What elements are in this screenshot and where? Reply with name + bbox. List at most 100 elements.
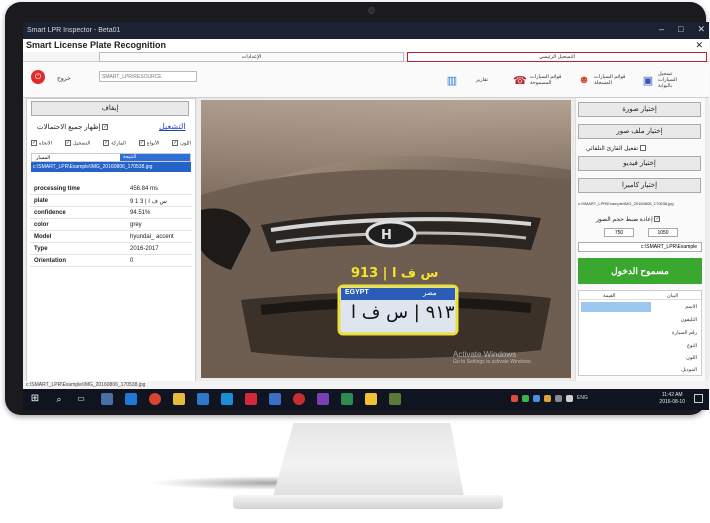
clock-date: 2016-08-10 xyxy=(659,399,685,405)
exit-label[interactable]: خروج xyxy=(57,75,71,82)
webcam-dot xyxy=(368,7,375,14)
app-icon-4[interactable] xyxy=(245,393,257,405)
app-icon-7[interactable] xyxy=(341,393,353,405)
maximize-icon[interactable]: □ xyxy=(678,24,683,35)
app-icon-2[interactable] xyxy=(197,393,209,405)
filter-type[interactable]: ✓ الأنواع xyxy=(138,140,159,148)
app-title: Smart License Plate Recognition xyxy=(26,40,167,50)
selected-result-row[interactable]: c:\SMART_LPR\Example\IMG_20160806_170538… xyxy=(31,162,191,172)
power-icon[interactable]: ⏻ xyxy=(31,70,45,84)
owner-table-header: القيمة البيان xyxy=(579,291,701,300)
watermark-subtitle: Go to Settings to activate Windows. xyxy=(453,359,532,365)
tab-settings[interactable]: الإعدادات xyxy=(99,52,404,62)
registered-cars-button[interactable]: ☻ قوائم السيارات المسجلة xyxy=(577,68,628,92)
results-panel: إيقاف إظهار جميع الاحتمالات ✓ التشغيل ✓ ا… xyxy=(26,98,196,382)
folder-icon[interactable] xyxy=(173,393,185,405)
width-input[interactable]: 750 xyxy=(604,228,634,237)
notification-icon[interactable] xyxy=(694,394,703,403)
filter-color[interactable]: ✓ اللون xyxy=(172,140,191,148)
svg-text:H: H xyxy=(381,228,392,243)
selected-value-cell[interactable] xyxy=(581,302,651,312)
app-icon-6[interactable] xyxy=(293,393,305,405)
filter-orientation[interactable]: ✓ الاتجاه xyxy=(31,140,52,148)
table-row: confidence 94.51% xyxy=(30,208,192,219)
path-input[interactable]: SMART_LPR\RESOURCE xyxy=(99,71,197,82)
selected-file-path: c:\SMART_LPR\Example\IMG_20160806_170538… xyxy=(578,201,674,206)
checkbox-icon: ✓ xyxy=(102,124,109,131)
choose-video-button[interactable]: إختيار فيديو xyxy=(578,156,701,171)
tray-icon[interactable] xyxy=(544,395,551,402)
app-icon-8[interactable] xyxy=(365,393,377,405)
app-icon-5[interactable] xyxy=(269,393,281,405)
stop-button[interactable]: إيقاف xyxy=(31,101,189,116)
table-row: رقم السيارة xyxy=(672,330,697,336)
edge-icon[interactable] xyxy=(125,393,137,405)
monitor-frame: Smart LPR Inspector - Beta01 – □ ✕ Smart… xyxy=(5,2,709,415)
list-header-result: النتيجة xyxy=(120,154,190,161)
tray-icon[interactable] xyxy=(555,395,562,402)
resize-checkbox[interactable]: إعادة ضبط حجم الصور ✓ xyxy=(596,216,662,223)
minimize-icon[interactable]: – xyxy=(659,24,664,35)
tray-icon[interactable] xyxy=(522,395,529,402)
visual-studio-icon[interactable] xyxy=(317,393,329,405)
checkbox-icon xyxy=(639,145,646,152)
clock[interactable]: 11:42 AM 2016-08-10 xyxy=(659,392,685,406)
auto-read-checkbox[interactable]: تفعيل القارئ التلقائي xyxy=(586,145,648,152)
choose-camera-button[interactable]: إختيار كاميرا xyxy=(578,178,701,193)
table-row: Model hyundai_ accent xyxy=(30,232,192,243)
gate-registration-button[interactable]: ▣ تسجيل السيارات بالبوابة xyxy=(641,68,692,92)
ocr-overlay-text: 913 | س ف ا xyxy=(351,266,439,281)
app-icon-3[interactable] xyxy=(221,393,233,405)
windows-start-icon[interactable]: ⊞ xyxy=(29,393,41,405)
controls-panel: إختيار صورة إختيار ملف صور تفعيل القارئ … xyxy=(575,98,705,382)
system-tray: ENG xyxy=(511,395,588,402)
table-row: Type 2016-2017 xyxy=(30,244,192,255)
choose-folder-button[interactable]: إختيار ملف صور xyxy=(578,124,701,139)
tray-icon[interactable] xyxy=(511,395,518,402)
chart-icon: ▥ xyxy=(446,74,458,87)
app-close-icon[interactable]: ✕ xyxy=(695,39,703,52)
search-icon[interactable]: ⌕ xyxy=(53,393,65,405)
registered-cars-label: قوائم السيارات المسجلة xyxy=(594,74,626,86)
table-header-value: القيمة xyxy=(603,293,616,299)
users-icon: ☻ xyxy=(578,74,590,86)
chrome-icon[interactable] xyxy=(149,393,161,405)
table-row: plate 9 1 3 | س ف ا xyxy=(30,196,192,207)
tab-strip: الإعدادات التسجيل الرئيسي xyxy=(23,52,709,62)
allowed-cars-button[interactable]: ☎ قوائم السيارات المسموحة xyxy=(513,68,566,92)
table-row: processing time 456.84 ms xyxy=(30,184,192,195)
show-all-checkbox[interactable]: إظهار جميع الاحتمالات ✓ xyxy=(37,123,110,131)
task-view-icon[interactable]: ▭ xyxy=(75,393,87,405)
tab-main-registration[interactable]: التسجيل الرئيسي xyxy=(407,52,707,62)
folder-path-input[interactable]: c:\SMART_LPR\Example xyxy=(578,242,702,252)
windows-taskbar: ⊞ ⌕ ▭ ENG 11:42 AM 2016-08-10 xyxy=(23,389,709,410)
watermark-title: Activate Windows xyxy=(453,350,517,359)
choose-image-button[interactable]: إختيار صورة xyxy=(578,102,701,117)
status-bar: c:\SMART_LPR\Example\IMG_20160806_170538… xyxy=(23,381,709,389)
list-header-path: المسار xyxy=(36,155,51,161)
app-title-bar: Smart License Plate Recognition ✕ xyxy=(23,39,709,52)
language-indicator[interactable]: ENG xyxy=(577,395,588,402)
tasks-link[interactable]: التشغيل xyxy=(159,122,186,131)
table-header-field: البيان xyxy=(667,293,679,299)
table-row: اللون xyxy=(686,355,697,361)
monitor-base xyxy=(233,495,503,509)
height-input[interactable]: 1050 xyxy=(648,228,678,237)
table-row: النوع xyxy=(687,343,697,349)
tray-icon[interactable] xyxy=(533,395,540,402)
reports-label: تقارير xyxy=(476,77,489,83)
car-phone-icon: ☎ xyxy=(513,74,527,87)
filters-row: ✓ الاتجاه ✓ التسجيل ✓ الماركة ✓ الأنواع ✓ الل… xyxy=(31,140,191,148)
app-icon-1[interactable] xyxy=(101,393,113,405)
volume-icon[interactable] xyxy=(566,395,573,402)
close-icon[interactable]: ✕ xyxy=(697,24,705,35)
car-photo: H xyxy=(201,100,571,378)
plate-text: ٩١٣ | س ف ا xyxy=(351,302,455,323)
filter-brand[interactable]: ✓ الماركة xyxy=(103,140,126,148)
plate-country-ar: مصر xyxy=(423,290,437,297)
owner-info-table: القيمة البيان الاسم التليفون رقم السيارة… xyxy=(578,290,702,376)
reports-button[interactable]: ▥ تقارير xyxy=(445,68,488,92)
plate-country: EGYPT xyxy=(345,289,369,296)
app-icon-9[interactable] xyxy=(389,393,401,405)
filter-registration[interactable]: ✓ التسجيل xyxy=(64,140,90,148)
